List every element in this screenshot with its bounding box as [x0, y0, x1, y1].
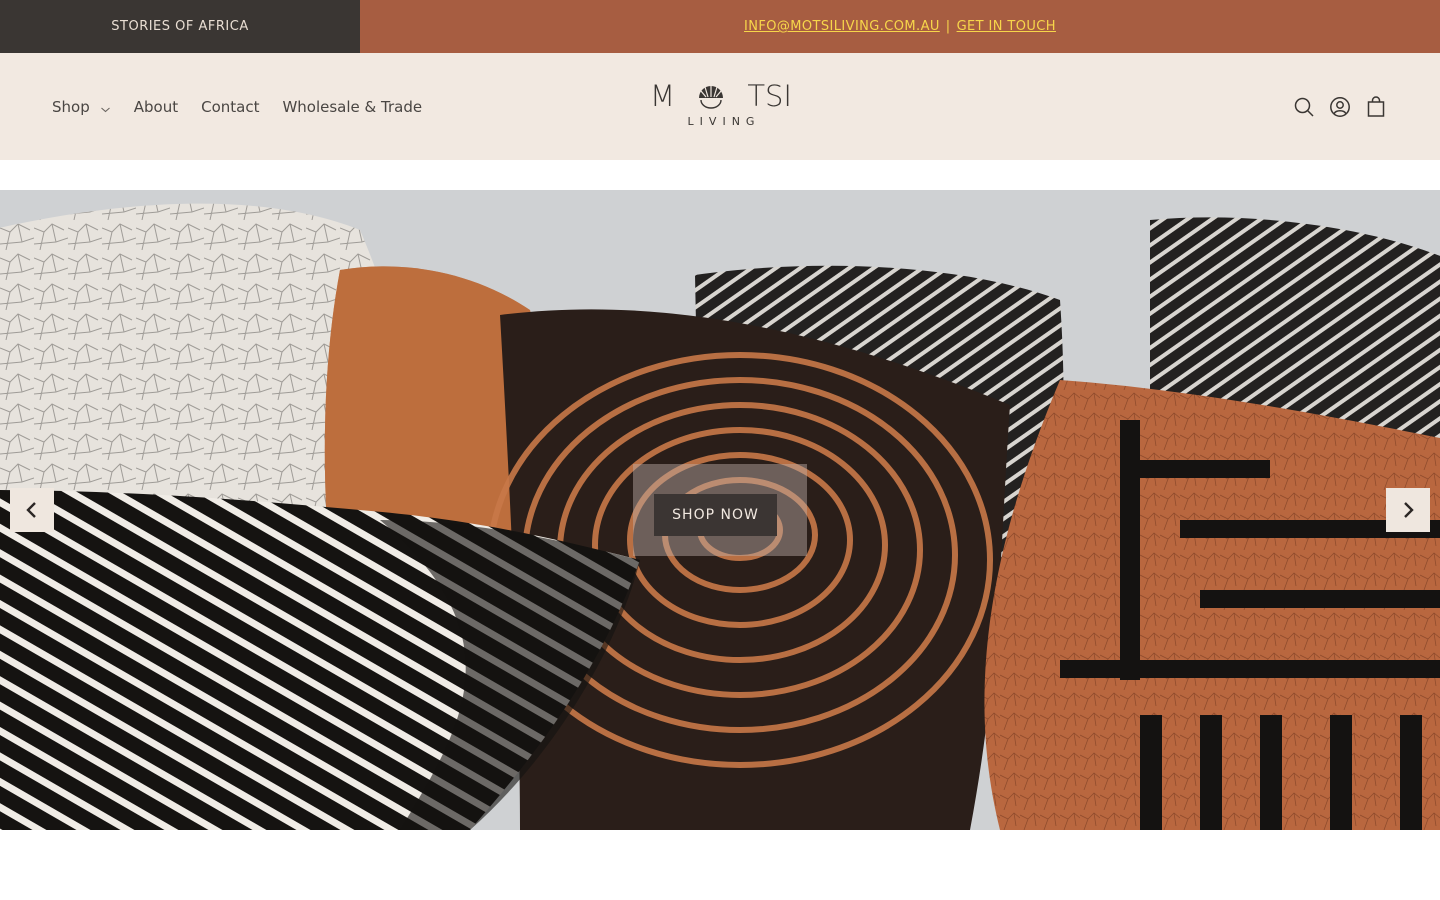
announcement-bar: STORIES OF AFRICA INFO@MOTSILIVING.COM.A… — [0, 0, 1440, 53]
nav-item-label: Contact — [201, 97, 260, 116]
logo-letter-m: M — [650, 79, 676, 113]
search-icon[interactable] — [1286, 89, 1322, 125]
hero-slideshow: SHOP NOW — [0, 190, 1440, 830]
announcement-left: STORIES OF AFRICA — [0, 0, 360, 53]
logo-wordmark: M TSI — [650, 81, 792, 111]
slide-prev-button[interactable] — [10, 488, 54, 532]
announcement-tagline: STORIES OF AFRICA — [111, 19, 249, 34]
nav-item-label: Shop — [52, 97, 90, 116]
nav-item-wholesale[interactable]: Wholesale & Trade — [282, 98, 422, 116]
slide-next-button[interactable] — [1386, 488, 1430, 532]
get-in-touch-link[interactable]: GET IN TOUCH — [957, 19, 1056, 34]
shop-now-button[interactable]: SHOP NOW — [654, 494, 777, 536]
email-link[interactable]: INFO@MOTSILIVING.COM.AU — [744, 19, 940, 34]
announcement-right: INFO@MOTSILIVING.COM.AU | GET IN TOUCH — [360, 0, 1440, 53]
cart-icon[interactable] — [1358, 89, 1394, 125]
chevron-right-icon — [1404, 502, 1414, 518]
announcement-separator: | — [945, 19, 951, 34]
sun-icon — [699, 85, 724, 109]
nav-item-about[interactable]: About — [134, 98, 178, 116]
nav-item-contact[interactable]: Contact — [201, 98, 259, 116]
chevron-left-icon — [26, 502, 36, 518]
site-header: Shop About Contact Wholesale & Trade M T… — [0, 53, 1440, 160]
nav-item-shop[interactable]: Shop — [52, 98, 111, 116]
logo-subtitle: LIVING — [687, 115, 761, 128]
nav-item-label: Wholesale & Trade — [282, 97, 423, 116]
account-icon[interactable] — [1322, 89, 1358, 125]
header-icons — [1286, 53, 1394, 160]
nav-item-label: About — [133, 97, 179, 116]
site-logo[interactable]: M TSI LIVING — [650, 81, 792, 133]
chevron-down-icon — [100, 101, 111, 113]
logo-letters-tsi: TSI — [747, 79, 792, 113]
main-nav: Shop About Contact Wholesale & Trade — [52, 53, 445, 160]
